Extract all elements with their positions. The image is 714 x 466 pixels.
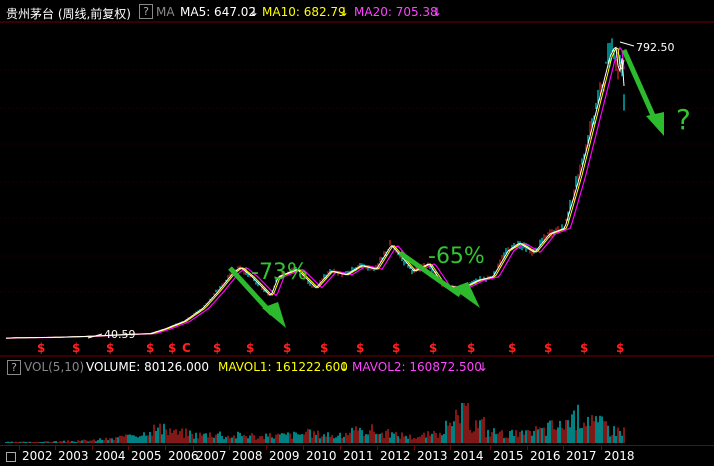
high-price-label: 792.50 [636, 41, 675, 54]
year-tick [601, 446, 602, 450]
future-question-label: ? [676, 103, 691, 136]
candle-series [5, 38, 625, 339]
year-tick [563, 446, 564, 450]
event-marker-row: $ $ $ $ $ C $ $ $ $ $ $ $ $ $ $ $ $ [0, 341, 714, 355]
event-marker[interactable]: $ [429, 341, 437, 355]
year-tick [55, 446, 56, 450]
year-tick-label: 2012 [380, 449, 411, 463]
year-tick-label: 2011 [343, 449, 374, 463]
year-tick [229, 446, 230, 450]
event-marker[interactable]: $ [356, 341, 364, 355]
ma20-line [6, 46, 625, 339]
year-tick [266, 446, 267, 450]
event-marker[interactable]: $ [246, 341, 254, 355]
axis-corner-box [6, 452, 16, 462]
year-tick [377, 446, 378, 450]
high-price-leader [619, 41, 635, 47]
year-tick [340, 446, 341, 450]
year-tick-label: 2006 [168, 449, 199, 463]
year-tick [128, 446, 129, 450]
event-marker[interactable]: $ [616, 341, 624, 355]
year-tick [92, 446, 93, 450]
event-marker[interactable]: $ [392, 341, 400, 355]
year-tick-label: 2017 [566, 449, 597, 463]
price-chart[interactable] [0, 0, 714, 466]
year-tick [165, 446, 166, 450]
year-tick-label: 2005 [131, 449, 162, 463]
stock-chart-window: 贵州茅台 (周线,前复权) ? MA MA5: 647.02 ↓ MA10: 6… [0, 0, 714, 466]
year-tick [414, 446, 415, 450]
year-tick-label: 2014 [453, 449, 484, 463]
event-marker[interactable]: $ [580, 341, 588, 355]
x-axis: 2002 2003 2004 2005 2006 2007 2008 2009 2010 2011… [0, 445, 714, 466]
grid-lines [0, 21, 714, 357]
arrow-future-head [646, 112, 664, 136]
year-tick-label: 2008 [232, 449, 263, 463]
drop1-label: -73% [251, 260, 308, 285]
annotation-arrows [228, 48, 664, 328]
event-marker[interactable]: $ [168, 341, 176, 355]
event-marker[interactable]: $ [213, 341, 221, 355]
year-tick-label: 2004 [95, 449, 126, 463]
year-tick [527, 446, 528, 450]
year-tick [193, 446, 194, 450]
year-tick [490, 446, 491, 450]
event-marker[interactable]: $ [508, 341, 516, 355]
year-tick-label: 2009 [269, 449, 300, 463]
year-tick-label: 2010 [306, 449, 337, 463]
event-marker[interactable]: $ [544, 341, 552, 355]
year-tick [19, 446, 20, 450]
event-marker[interactable]: $ [106, 341, 114, 355]
ma10-line [6, 47, 625, 339]
event-marker[interactable]: C [182, 341, 191, 355]
mavol1-value: MAVOL1: 161222.600 [218, 360, 348, 374]
year-tick-label: 2007 [196, 449, 227, 463]
year-tick-label: 2002 [22, 449, 53, 463]
year-tick-label: 2013 [417, 449, 448, 463]
volume-bars [5, 403, 625, 443]
year-tick-label: 2016 [530, 449, 561, 463]
vol-label: VOL(5,10) [24, 360, 85, 374]
year-tick-label: 2003 [58, 449, 89, 463]
mavol1-arrow-icon: ↓ [339, 360, 350, 374]
low-price-label: 40.59 [104, 328, 136, 341]
volume-header: ? VOL(5,10) VOLUME: 80126.000 MAVOL1: 16… [0, 358, 714, 376]
year-tick [303, 446, 304, 450]
drop2-label: -65% [428, 244, 485, 269]
event-marker[interactable]: $ [146, 341, 154, 355]
arrow-future-shaft [621, 48, 658, 122]
ma5-line [6, 46, 625, 339]
event-marker[interactable]: $ [320, 341, 328, 355]
mavol2-value: MAVOL2: 160872.500 [352, 360, 482, 374]
volume-value: VOLUME: 80126.000 [86, 360, 209, 374]
event-marker[interactable]: $ [37, 341, 45, 355]
year-tick-label: 2015 [493, 449, 524, 463]
year-tick-label: 2018 [604, 449, 635, 463]
event-marker[interactable]: $ [72, 341, 80, 355]
event-marker[interactable]: $ [283, 341, 291, 355]
year-tick [450, 446, 451, 450]
volume-help-button[interactable]: ? [7, 360, 21, 375]
event-marker[interactable]: $ [467, 341, 475, 355]
mavol2-arrow-icon: ↓ [478, 360, 489, 374]
